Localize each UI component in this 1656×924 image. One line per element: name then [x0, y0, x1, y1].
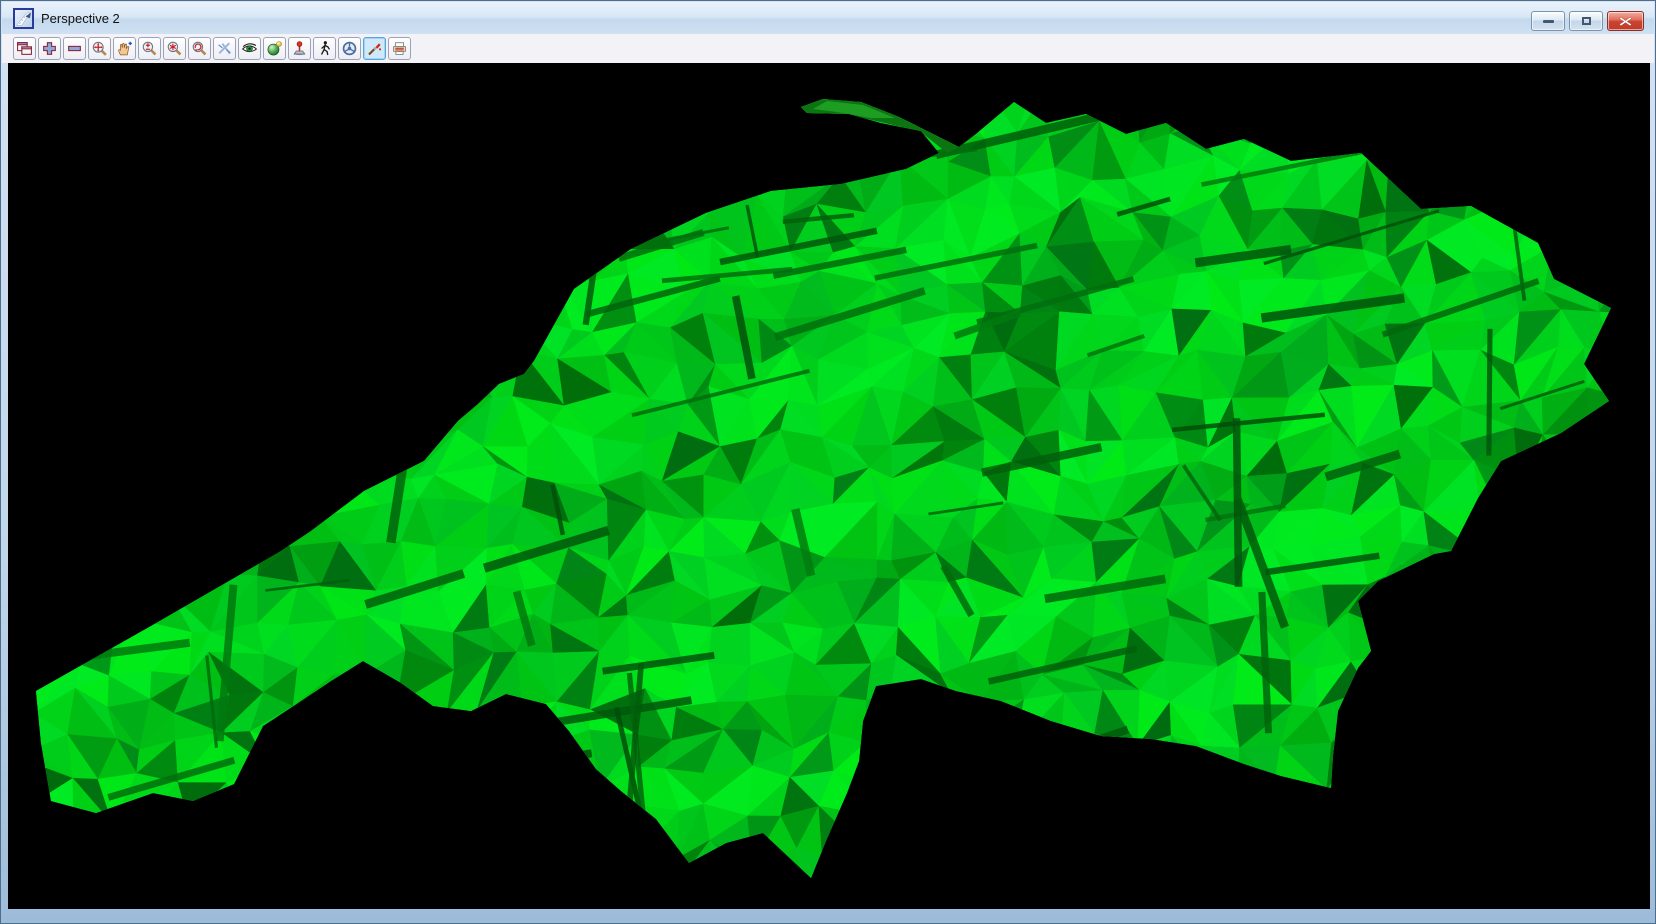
update-view-button[interactable] — [363, 37, 386, 60]
view-previous-button[interactable] — [213, 37, 236, 60]
globe-icon — [266, 40, 283, 57]
restore-button[interactable] — [1569, 11, 1603, 31]
walking-person-icon — [316, 40, 333, 57]
window-area-button[interactable] — [88, 37, 111, 60]
road-perspective-icon — [13, 8, 34, 29]
window-area-icon — [91, 40, 108, 57]
fit-view-button[interactable] — [163, 37, 186, 60]
pan-view-button[interactable] — [113, 37, 136, 60]
zoom-in-button[interactable] — [38, 37, 61, 60]
view-joystick-button[interactable] — [288, 37, 311, 60]
close-button[interactable] — [1607, 11, 1644, 31]
zoom-out-icon — [66, 40, 83, 57]
titlebar[interactable]: Perspective 2 — [2, 2, 1654, 34]
minimize-icon — [1543, 20, 1554, 23]
zoom-in-icon — [41, 40, 58, 57]
window-controls — [1531, 11, 1644, 31]
steering-wheel-icon — [341, 40, 358, 57]
minimize-button[interactable] — [1531, 11, 1565, 31]
eye-icon — [241, 40, 258, 57]
view-dialog-icon — [16, 40, 33, 57]
camera-settings-button[interactable] — [238, 37, 261, 60]
joystick-icon — [291, 40, 308, 57]
viewport[interactable] — [8, 63, 1650, 909]
crossed-arrows-icon — [216, 40, 233, 57]
view-dialog-button[interactable] — [13, 37, 36, 60]
navigate-view-button[interactable] — [338, 37, 361, 60]
fit-view-icon — [166, 40, 183, 57]
terrain-render — [8, 63, 1650, 909]
window-title: Perspective 2 — [41, 11, 120, 26]
printer-icon — [391, 40, 408, 57]
pan-hand-icon — [116, 40, 133, 57]
paintbrush-icon — [366, 40, 383, 57]
rotate-view-button[interactable] — [188, 37, 211, 60]
rotate-view-icon — [191, 40, 208, 57]
close-icon — [1619, 16, 1632, 27]
restore-icon — [1582, 17, 1591, 25]
zoom-in-out-button[interactable] — [138, 37, 161, 60]
render-mode-button[interactable] — [263, 37, 286, 60]
perspective-window: Perspective 2 — [0, 0, 1656, 924]
copy-view-button[interactable] — [388, 37, 411, 60]
zoom-in-out-icon — [141, 40, 158, 57]
view-toolbar — [2, 34, 1654, 63]
walk-button[interactable] — [313, 37, 336, 60]
zoom-out-button[interactable] — [63, 37, 86, 60]
